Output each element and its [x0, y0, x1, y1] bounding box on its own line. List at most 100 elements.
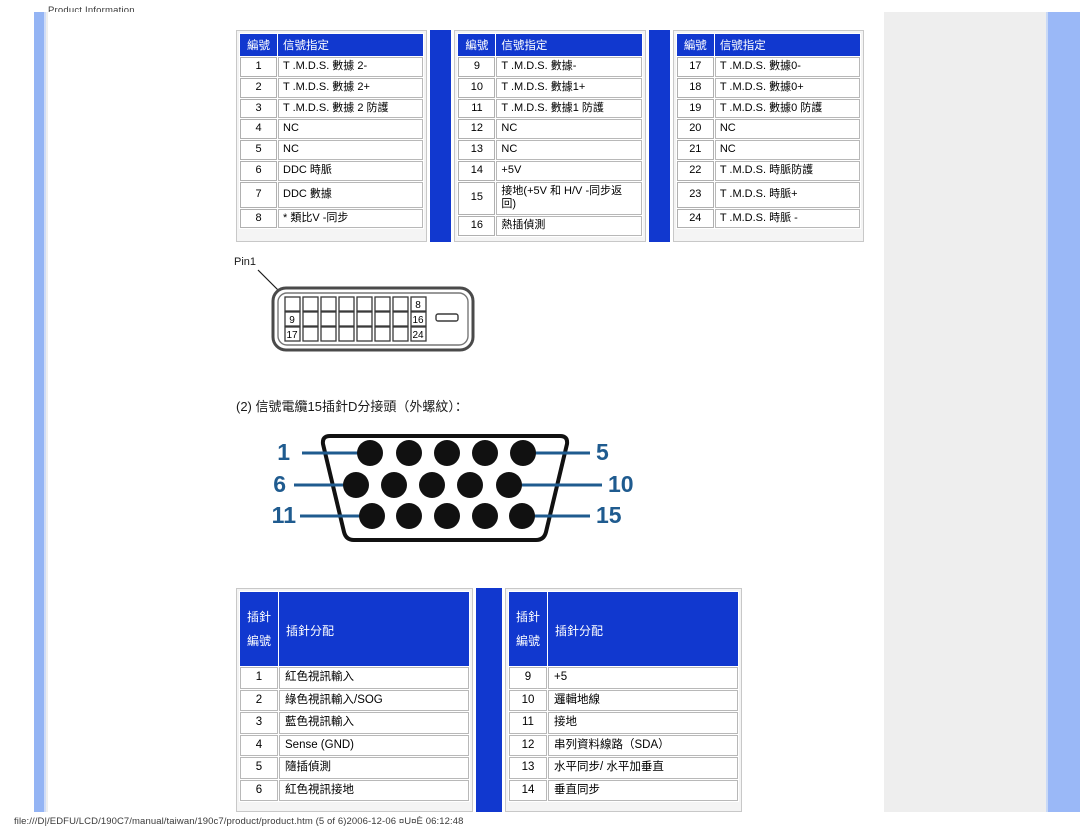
left-blue-sidebar — [34, 12, 46, 812]
column-header-pin-assignment: 插針分配 — [548, 592, 738, 666]
table-row: 17 T .M.D.S. 數據0- — [676, 57, 860, 77]
pin-signal: NC — [278, 140, 424, 160]
column-header-pin-number-line1: 插針 — [516, 610, 541, 624]
table-header-row: 插針 編號 插針分配 — [509, 592, 738, 666]
pin-signal: T .M.D.S. 時脈+ — [714, 181, 860, 208]
pin-signal: 熱插偵測 — [496, 216, 642, 236]
pin-signal: NC — [714, 140, 860, 160]
print-preview-page: Product Information 編號 信號指定 1T .M.D.S. 數… — [0, 0, 1080, 834]
vga-table-2: 插針 編號 插針分配 9 +5 10 邏輯地線 11 接地 12 串列資料線路（SDA）… — [508, 591, 739, 803]
pin-number: 6 — [240, 160, 277, 181]
pin-number: 8 — [240, 208, 277, 229]
pin-number: 13 — [458, 140, 496, 160]
table-header-row: 插針 編號 插針分配 — [240, 592, 469, 666]
table-row: 10 邏輯地線 — [509, 689, 738, 712]
pin-signal: 邏輯地線 — [548, 689, 738, 712]
column-header-number: 編號 — [676, 34, 714, 56]
table-row: 13 水平同步/ 水平加垂直 — [509, 757, 738, 779]
pin-signal: NC — [496, 140, 642, 160]
vga-table-2-wrapper: 插針 編號 插針分配 9 +5 10 邏輯地線 11 接地 12 串列資料線路（SDA）… — [505, 588, 742, 812]
table-header-row: 編號 信號指定 — [458, 34, 642, 56]
table-row: 18 T .M.D.S. 數據0+ — [676, 77, 860, 98]
table-row: 9 +5 — [509, 667, 738, 689]
dvi-pin-label-9: 9 — [289, 315, 295, 326]
pin-signal: T .M.D.S. 數據 2 防護 — [278, 98, 424, 119]
column-header-number: 編號 — [458, 34, 496, 56]
pin-number: 6 — [240, 779, 278, 802]
dvi-connector-svg: 8 9 16 17 24 — [257, 269, 475, 352]
column-header-assignment: 信號指定 — [714, 34, 860, 56]
pin-signal: T .M.D.S. 時脈 - — [714, 208, 860, 229]
table-row: 6 DDC 時脈 — [240, 160, 424, 181]
pin-number: 20 — [676, 119, 714, 139]
pin-number: 11 — [509, 712, 547, 734]
column-header-pin-assignment: 插針分配 — [279, 592, 469, 666]
dsub-label-left-6: 6 — [273, 471, 286, 497]
dvi-pin-label-16: 16 — [412, 315, 424, 326]
pin-number: 9 — [458, 57, 496, 77]
table-row: 15 接地(+5V 和 H/V -同步返回) — [458, 181, 642, 215]
pin-number: 7 — [240, 181, 277, 208]
table-row: 12 NC — [458, 119, 642, 139]
pin-number: 9 — [509, 667, 547, 689]
pin-number: 18 — [676, 77, 714, 98]
pin-signal: T .M.D.S. 數據0- — [714, 57, 860, 77]
dsub-label-right-15: 15 — [596, 502, 622, 528]
pin-number: 23 — [676, 181, 714, 208]
pin-signal: 垂直同步 — [548, 779, 738, 802]
pin-signal: T .M.D.S. 數據 2+ — [278, 77, 424, 98]
table-row: 1 紅色視訊輸入 — [240, 667, 469, 689]
dvi-table-3-wrapper: 編號 信號指定 17 T .M.D.S. 數據0- 18 T .M.D.S. 數據0… — [672, 30, 864, 242]
pin-signal: T .M.D.S. 數據- — [496, 57, 642, 77]
table-row: 4 NC — [240, 119, 424, 139]
table-row: 10 T .M.D.S. 數據1+ — [458, 77, 642, 98]
pin-number: 13 — [509, 757, 547, 779]
pin-signal: DDC 時脈 — [278, 160, 424, 181]
pin-number: 17 — [676, 57, 714, 77]
pin-signal: Sense (GND) — [279, 734, 469, 757]
pin-number: 22 — [676, 160, 714, 181]
pin-number: 5 — [240, 757, 278, 779]
pin-signal: T .M.D.S. 數據0 防護 — [714, 98, 860, 119]
pin-number: 12 — [458, 119, 496, 139]
dvi-table-1-wrapper: 編號 信號指定 1T .M.D.S. 數據 2- 2T .M.D.S. 數據 2… — [236, 30, 428, 242]
pin-signal: 隨插偵測 — [279, 757, 469, 779]
column-header-assignment: 信號指定 — [278, 34, 424, 56]
pin-signal: 串列資料線路（SDA） — [548, 734, 738, 757]
dsub-connector-svg: 1 6 11 5 10 15 — [272, 434, 634, 542]
dsub-section-caption: (2) 信號電纜15插針D分接頭（外螺紋）： — [236, 399, 468, 414]
table-separator-bar-2 — [648, 30, 670, 242]
pin1-label: Pin1 — [234, 256, 257, 268]
table-row: 16 熱插偵測 — [458, 216, 642, 236]
table-row: 20 NC — [676, 119, 860, 139]
pin-number: 11 — [458, 98, 496, 119]
table-row: 2T .M.D.S. 數據 2+ — [240, 77, 424, 98]
table-row: 3 藍色視訊輸入 — [240, 712, 469, 734]
pin-signal: T .M.D.S. 數據 2- — [278, 57, 424, 77]
pin-signal: 綠色視訊輸入/SOG — [279, 689, 469, 712]
dvi-connector-diagram: 8 9 16 17 24 — [228, 252, 528, 387]
pin-signal: T .M.D.S. 數據1+ — [496, 77, 642, 98]
pin-number: 21 — [676, 140, 714, 160]
table-header-row: 編號 信號指定 — [240, 34, 424, 56]
pin-number: 19 — [676, 98, 714, 119]
pin-number: 3 — [240, 98, 277, 119]
pin-signal: 紅色視訊輸入 — [279, 667, 469, 689]
pin-signal: T .M.D.S. 時脈防護 — [714, 160, 860, 181]
pin-number: 14 — [458, 160, 496, 181]
dvi-table-2: 編號 信號指定 9T .M.D.S. 數據- 10 T .M.D.S. 數據1+ … — [457, 33, 643, 237]
pin-number: 3 — [240, 712, 278, 734]
table-row: 5 隨插偵測 — [240, 757, 469, 779]
dsub-label-left-11: 11 — [272, 502, 296, 528]
pin-signal: * 類比V -同步 — [278, 208, 424, 229]
pin-signal: 接地(+5V 和 H/V -同步返回) — [496, 181, 642, 215]
table-row: 3T .M.D.S. 數據 2 防護 — [240, 98, 424, 119]
dvi-pin-label-24: 24 — [412, 330, 424, 341]
dvi-pin-assignment-tables: 編號 信號指定 1T .M.D.S. 數據 2- 2T .M.D.S. 數據 2… — [236, 30, 864, 242]
column-header-pin-number-line2: 編號 — [516, 634, 541, 648]
pin-number: 4 — [240, 734, 278, 757]
pin-signal: 水平同步/ 水平加垂直 — [548, 757, 738, 779]
table-row: 11 T .M.D.S. 數據1 防護 — [458, 98, 642, 119]
right-blue-panel — [1046, 12, 1080, 812]
table-row: 21 NC — [676, 140, 860, 160]
